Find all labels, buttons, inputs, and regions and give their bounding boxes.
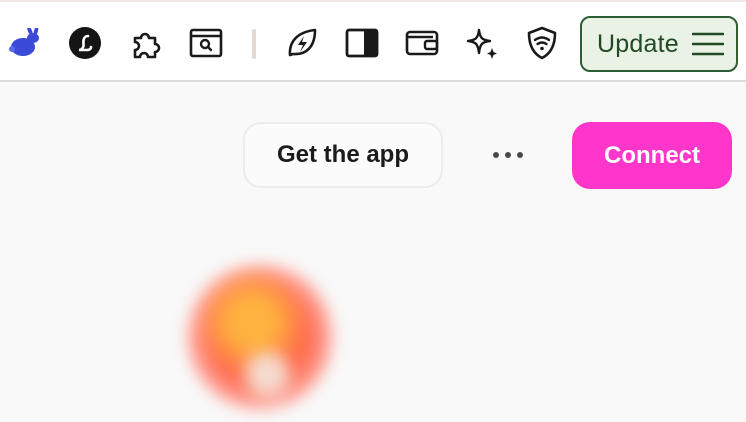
update-button[interactable]: Update	[580, 16, 738, 72]
l-logo-icon[interactable]	[68, 26, 102, 60]
rabbit-icon[interactable]	[8, 26, 42, 60]
browser-toolbar: Update	[0, 0, 746, 82]
more-horizontal-icon[interactable]	[484, 138, 532, 172]
puzzle-icon[interactable]	[129, 26, 163, 60]
sparkle-icon[interactable]	[465, 26, 499, 60]
menu-icon	[691, 31, 725, 57]
update-button-label: Update	[597, 29, 679, 58]
leaf-bolt-icon[interactable]	[285, 26, 319, 60]
get-the-app-button[interactable]: Get the app	[243, 122, 443, 188]
connect-button[interactable]: Connect	[572, 122, 732, 189]
page-content: Get the app Connect	[0, 82, 746, 422]
profile-avatar[interactable]	[185, 262, 335, 412]
browser-search-icon[interactable]	[189, 26, 223, 60]
sidebar-icon[interactable]	[345, 26, 379, 60]
shield-wifi-icon[interactable]	[525, 26, 559, 60]
wallet-icon[interactable]	[405, 26, 439, 60]
toolbar-divider	[252, 29, 256, 59]
